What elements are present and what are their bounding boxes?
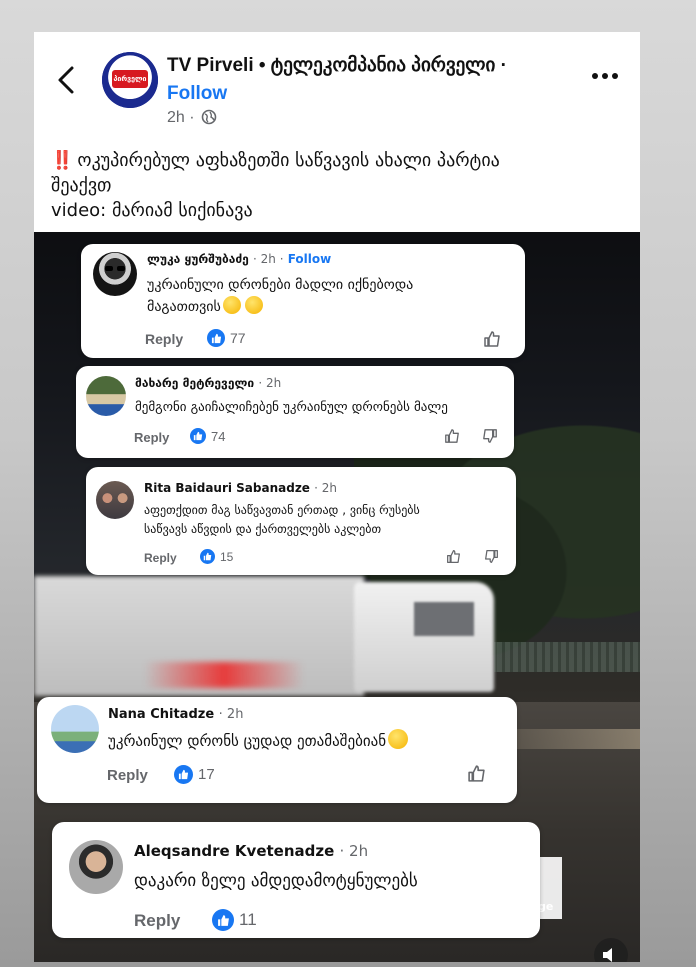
like-thumb-icon[interactable]	[467, 764, 486, 783]
comment-text: უკრაინული დრონები მადლი იქნებოდა მაგათთვ…	[147, 274, 413, 318]
video-watermark-text: ge	[538, 900, 554, 913]
reply-button[interactable]: Reply	[144, 551, 177, 565]
comment-card: Nana Chitadze · 2h უკრაინულ დრონს ცუდად …	[37, 697, 517, 803]
comment-time: · 2h	[258, 376, 282, 390]
dislike-thumb-icon[interactable]	[484, 549, 499, 564]
comment-text-line-2: მაგათთვის	[147, 299, 221, 315]
like-count-value: 74	[211, 428, 226, 444]
comment-time: · 2h	[218, 707, 244, 722]
comment-avatar[interactable]	[69, 840, 123, 894]
globe-icon	[201, 109, 217, 125]
back-arrow-icon[interactable]	[54, 62, 80, 98]
page-logo: პირველი	[112, 70, 148, 88]
video-truck-window	[414, 602, 474, 636]
comment-author[interactable]: Aleqsandre Kvetenadze	[134, 842, 334, 860]
comment-time: · 2h ·	[253, 252, 284, 266]
video-fence	[494, 642, 640, 672]
like-thumb-icon[interactable]	[446, 549, 461, 564]
comment-text-line-1: უკრაინულ დრონს ცუდად ეთამაშებიან	[108, 732, 387, 750]
comment-avatar[interactable]	[96, 481, 134, 519]
follow-button[interactable]: Follow	[167, 83, 227, 105]
comment-avatar[interactable]	[93, 252, 137, 296]
like-count: 17	[174, 765, 215, 784]
comment-text: უკრაინულ დრონს ცუდად ეთამაშებიან	[108, 729, 409, 753]
comment-text: აფეთქდით მაგ საწვავთან ერთად , ვინც რუსე…	[144, 501, 420, 539]
like-badge-icon	[207, 329, 225, 347]
like-count-value: 11	[239, 910, 257, 929]
comment-avatar[interactable]	[51, 705, 99, 753]
like-count-value: 77	[230, 330, 246, 346]
comment-avatar[interactable]	[86, 376, 126, 416]
reply-button[interactable]: Reply	[107, 767, 148, 784]
comment-card: Aleqsandre Kvetenadze · 2h დაკარი ზელე ა…	[52, 822, 540, 938]
video-tail-light	[144, 662, 304, 688]
caption-line-1: ოკუპირებულ აფხაზეთში საწვავის ახალი პარტ…	[77, 150, 500, 171]
comment-text-line-2: საწვავს აწვდის და ქართველებს აკლებთ	[144, 522, 382, 536]
like-badge-icon	[212, 909, 234, 931]
comment-text-line-1: უკრაინული დრონები მადლი იქნებოდა	[147, 277, 414, 293]
comment-text-line-1: აფეთქდით მაგ საწვავთან ერთად , ვინც რუსე…	[144, 503, 420, 517]
post-header: პირველი TV Pirveli • ტელეკომპანია პირველ…	[34, 32, 640, 232]
comment-follow-button[interactable]: Follow	[288, 252, 332, 266]
post-caption: ‼️ ოკუპირებულ აფხაზეთში საწვავის ახალი პა…	[51, 148, 611, 223]
comment-author-line: ლუკა ყურშუბაძე · 2h · Follow	[147, 252, 331, 266]
comment-author-line: Rita Baidauri Sabanadze · 2h	[144, 481, 337, 495]
reply-button[interactable]: Reply	[134, 430, 169, 445]
comment-text-line-1: მემგონი გაიჩალიჩებენ უკრაინულ დრონებს მა…	[135, 400, 448, 415]
reply-button[interactable]: Reply	[145, 331, 183, 347]
page-name[interactable]: TV Pirveli • ტელეკომპანია პირველი ·	[167, 54, 507, 77]
dislike-thumb-icon[interactable]	[482, 428, 498, 444]
like-thumb-icon[interactable]	[444, 428, 460, 444]
page-avatar[interactable]: პირველი	[102, 52, 158, 108]
comment-author[interactable]: Nana Chitadze	[108, 707, 214, 722]
like-count-value: 17	[198, 766, 215, 783]
comment-author-line: მახარე მეტრეველი · 2h	[135, 376, 281, 390]
winking-emoji-icon	[222, 296, 241, 314]
caption-line-3: video: მარიამ სიქინავა	[51, 200, 253, 221]
like-badge-icon	[200, 549, 215, 564]
comment-time: · 2h	[339, 842, 369, 860]
more-options-icon[interactable]	[590, 68, 620, 84]
like-badge-icon	[190, 428, 206, 444]
video-truck-cab	[354, 582, 494, 692]
like-count-value: 15	[220, 549, 234, 564]
post-time: 2h ·	[167, 109, 195, 126]
alert-emoji: ‼️	[51, 150, 73, 171]
crying-emoji-icon	[388, 729, 409, 749]
post-meta: 2h ·	[167, 109, 217, 127]
like-badge-icon	[174, 765, 193, 784]
comment-text: მემგონი გაიჩალიჩებენ უკრაინულ დრონებს მა…	[135, 398, 448, 418]
sound-toggle-button[interactable]	[594, 938, 628, 962]
reply-button[interactable]: Reply	[134, 911, 180, 931]
comment-text: დაკარი ზელე ამდედამოტყნულებს	[134, 868, 418, 894]
comment-card: ლუკა ყურშუბაძე · 2h · Follow უკრაინული დ…	[81, 244, 525, 358]
like-thumb-icon[interactable]	[483, 330, 501, 348]
comment-card: მახარე მეტრეველი · 2h მემგონი გაიჩალიჩებ…	[76, 366, 514, 458]
comment-text-line-1: დაკარი ზელე ამდედამოტყნულებს	[134, 871, 418, 891]
winking-emoji-icon	[244, 296, 263, 314]
comment-author[interactable]: Rita Baidauri Sabanadze	[144, 481, 310, 495]
caption-line-2: შეაქვთ	[51, 175, 112, 196]
comment-card: Rita Baidauri Sabanadze · 2h აფეთქდით მა…	[86, 467, 516, 575]
speaker-icon	[603, 948, 612, 962]
comment-author-line: Aleqsandre Kvetenadze · 2h	[134, 842, 368, 860]
comment-author[interactable]: ლუკა ყურშუბაძე	[147, 252, 249, 266]
like-count: 77	[207, 329, 246, 347]
comment-author-line: Nana Chitadze · 2h	[108, 707, 243, 722]
like-count: 11	[212, 909, 257, 931]
comment-time: · 2h	[314, 481, 338, 495]
like-count: 74	[190, 428, 225, 444]
sunglasses-icon	[105, 266, 125, 271]
like-count: 15	[200, 549, 233, 564]
comment-author[interactable]: მახარე მეტრეველი	[135, 376, 254, 390]
